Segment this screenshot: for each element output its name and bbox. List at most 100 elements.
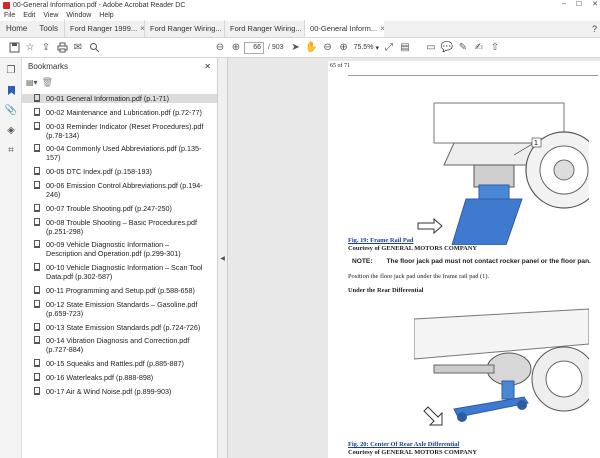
menu-edit[interactable]: Edit [23, 12, 35, 19]
note-block: NOTE: The floor jack pad must not contac… [352, 258, 591, 265]
acrobat-logo-icon [3, 1, 10, 9]
document-tab-label: Ford Ranger Wiring... [230, 24, 302, 33]
save-icon[interactable] [6, 40, 22, 56]
bookmark-item[interactable]: 00-03 Reminder Indicator (Reset Procedur… [22, 121, 217, 140]
tab-tools[interactable]: Tools [33, 20, 64, 37]
bookmarks-list: 00-01 General Information.pdf (p.1-71) 0… [22, 90, 217, 396]
previous-page-icon[interactable]: ⊖ [212, 40, 228, 56]
bookmark-icon [34, 167, 40, 176]
toolbar: ☆ ⇪ ✉ ⊖ ⊕ 66 / 903 ➤ ✋ ⊖ ⊕ 75.5% ▾ ⤢ ▤ ▭… [0, 38, 600, 58]
bookmarks-title: Bookmarks [28, 61, 69, 71]
figure-19-courtesy: Courtesy of GENERAL MOTORS COMPANY [348, 245, 477, 252]
bookmark-item[interactable]: 00-17 Air & Wind Noise.pdf (p.899-903) [22, 386, 217, 396]
bookmark-item[interactable]: 00-13 State Emission Standards.pdf (p.72… [22, 322, 217, 332]
document-tab-label: Ford Ranger 1999... [70, 24, 138, 33]
bookmark-icon [34, 285, 40, 294]
menu-file[interactable]: File [4, 12, 15, 19]
bookmark-item[interactable]: 00-08 Trouble Shooting – Basic Procedure… [22, 217, 217, 236]
window-title: 00-General Information.pdf - Adobe Acrob… [13, 1, 186, 9]
next-page-icon[interactable]: ⊕ [228, 40, 244, 56]
bookmark-item[interactable]: 00-07 Trouble Shooting.pdf (p.247-250) [22, 203, 217, 213]
highlight-icon[interactable]: ▭ [423, 40, 439, 56]
bookmarks-icon[interactable] [3, 82, 19, 98]
bookmark-item[interactable]: 00-02 Maintenance and Lubrication.pdf (p… [22, 107, 217, 117]
page-display-icon[interactable]: ▤ [397, 40, 413, 56]
fit-page-icon[interactable]: ⤢ [381, 40, 397, 56]
page-thumbnails-icon[interactable]: ❐ [3, 62, 19, 78]
bookmarks-header: Bookmarks ✕ [22, 58, 217, 74]
figure-20-title[interactable]: Fig. 20: Center Of Rear Axle Differentia… [348, 441, 477, 449]
document-tab-label: 00-General Inform... [310, 23, 378, 33]
panel-splitter[interactable]: ◀ [218, 58, 228, 458]
page-top-rule [348, 75, 598, 76]
delete-bookmark-icon[interactable]: 🗑 [42, 77, 53, 88]
bookmark-icon [34, 217, 40, 226]
document-tab[interactable]: Ford Ranger 1999... × [64, 20, 144, 37]
navigation-rail: ❐ 📎 ◈ ⌗ [0, 58, 22, 458]
email-icon[interactable]: ✉ [70, 40, 86, 56]
bookmark-item[interactable]: 00-14 Vibration Diagnosis and Correction… [22, 336, 217, 354]
layers-icon[interactable]: ◈ [3, 122, 19, 138]
bookmark-item[interactable]: 00-06 Emission Control Abbreviations.pdf… [22, 180, 217, 199]
draw-pen-icon[interactable]: ✎ [455, 40, 471, 56]
bookmark-item[interactable]: 00-12 State Emission Standards – Gasolin… [22, 299, 217, 318]
document-tab-active[interactable]: 00-General Inform... × [304, 20, 385, 37]
select-cursor-icon[interactable]: ➤ [288, 40, 304, 56]
print-icon[interactable] [54, 40, 70, 56]
bookmark-item[interactable]: 00-15 Squeaks and Rattles.pdf (p.885-887… [22, 359, 217, 368]
tags-icon[interactable]: ⌗ [3, 142, 19, 158]
bookmark-item[interactable]: 00-11 Programming and Setup.pdf (p.588-6… [22, 285, 217, 295]
bookmark-item[interactable]: 00-09 Vehicle Diagnostic Information – D… [22, 240, 217, 258]
bookmark-item[interactable]: 00-04 Commonly Used Abbreviations.pdf (p… [22, 144, 217, 162]
bookmark-item[interactable]: 00-01 General Information.pdf (p.1-71) [22, 94, 217, 103]
bookmark-icon [34, 359, 40, 368]
share-icon[interactable]: ⇧ [487, 40, 503, 56]
note-label: NOTE: [352, 258, 373, 265]
page-total: / 903 [268, 44, 284, 51]
zoom-out-icon[interactable]: ⊖ [320, 40, 336, 56]
bookmark-item[interactable]: 00-05 DTC Index.pdf (p.158-193) [22, 167, 217, 176]
figure-19-title[interactable]: Fig. 19: Frame Rail Pad [348, 237, 477, 245]
menu-view[interactable]: View [43, 12, 58, 19]
tab-home[interactable]: Home [0, 20, 33, 37]
zoom-select[interactable]: 75.5% ▾ [354, 44, 379, 52]
bookmark-item[interactable]: 00-10 Vehicle Diagnostic Information – S… [22, 263, 217, 281]
close-icon[interactable]: ✕ [592, 0, 598, 8]
figure-19-caption: Fig. 19: Frame Rail Pad Courtesy of GENE… [348, 237, 477, 253]
minimize-icon[interactable]: – [562, 0, 566, 8]
title-bar: 00-General Information.pdf - Adobe Acrob… [0, 0, 600, 10]
instruction-text: Position the floor jack pad under the fr… [348, 273, 490, 280]
figure-rear-axle-differential [413, 299, 597, 439]
document-tab[interactable]: Ford Ranger Wiring... × [144, 20, 224, 37]
attachments-icon[interactable]: 📎 [3, 102, 19, 118]
menu-window[interactable]: Window [66, 12, 91, 19]
sign-icon[interactable]: ✍ [471, 40, 487, 56]
bookmark-icon [34, 386, 40, 395]
bookmark-item[interactable]: 00-16 Waterleaks.pdf (p.888-898) [22, 372, 217, 382]
hand-tool-icon[interactable]: ✋ [304, 40, 320, 56]
note-text: The floor jack pad must not contact rock… [386, 258, 591, 265]
bookmark-options-icon[interactable]: ▤▾ [26, 78, 38, 87]
page-number-input[interactable]: 66 [244, 41, 264, 54]
help-icon[interactable]: ? [592, 24, 597, 34]
bookmark-star-icon[interactable]: ☆ [22, 40, 38, 56]
bookmark-icon [34, 299, 40, 308]
pdf-page: 65 of 71 1 Fig. 19: Frame Rail Pad Court… [328, 61, 600, 458]
comment-icon[interactable]: 💬 [439, 40, 455, 56]
close-tab-icon[interactable]: × [380, 24, 384, 33]
document-viewport[interactable]: 65 of 71 1 Fig. 19: Frame Rail Pad Court… [228, 58, 600, 458]
maximize-icon[interactable]: ☐ [576, 0, 582, 8]
bookmark-icon [34, 203, 40, 212]
close-panel-icon[interactable]: ✕ [204, 62, 211, 71]
tab-bar: Home Tools Ford Ranger 1999... × Ford Ra… [0, 20, 600, 38]
zoom-in-icon[interactable]: ⊕ [336, 40, 352, 56]
bookmark-icon [34, 180, 40, 189]
section-heading: Under the Rear Differential [348, 287, 424, 294]
upload-icon[interactable]: ⇪ [38, 40, 54, 56]
bookmark-icon [34, 263, 40, 272]
bookmark-icon [34, 107, 40, 116]
search-icon[interactable] [86, 40, 102, 56]
menu-help[interactable]: Help [99, 12, 113, 19]
document-tab[interactable]: Ford Ranger Wiring... × [224, 20, 304, 37]
collapse-panel-icon[interactable]: ◀ [220, 255, 225, 262]
